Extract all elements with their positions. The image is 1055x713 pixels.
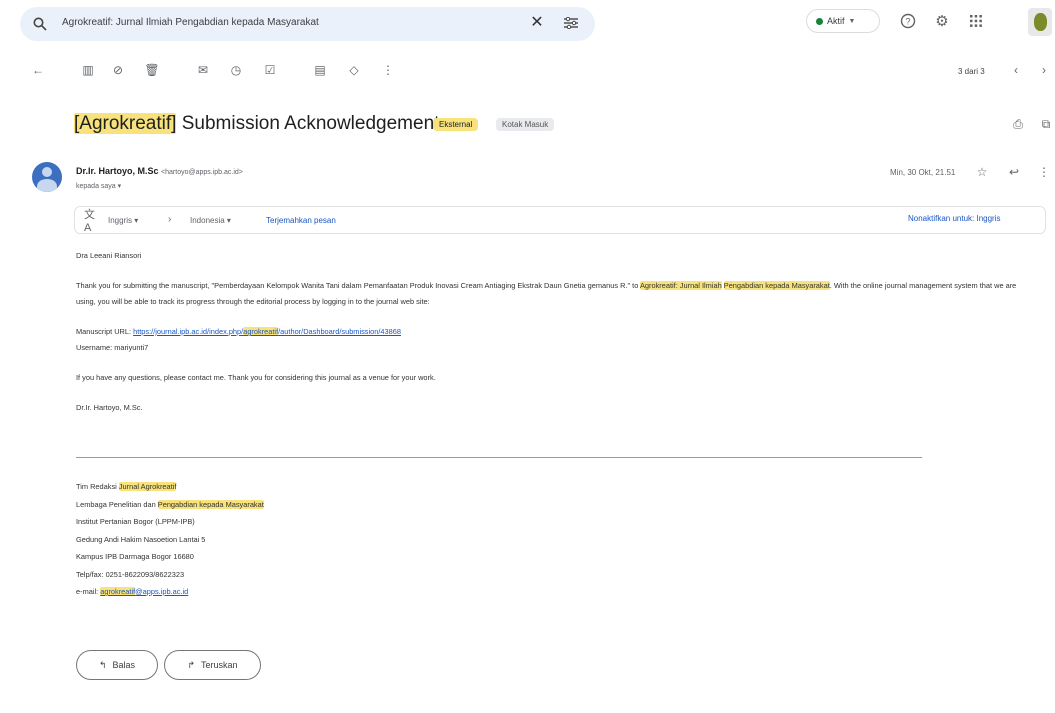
label-icon[interactable]: ◇ (346, 62, 362, 78)
older-chevron-icon[interactable]: › (1036, 62, 1052, 78)
manuscript-url-link[interactable]: https://journal.ipb.ac.id/index.php/agro… (133, 327, 401, 336)
translate-from-label: Inggris (108, 216, 133, 225)
highlight-journal: Agrokreatif: Jurnal Ilmiah (639, 281, 722, 290)
manuscript-url-line: Manuscript URL: https://journal.ipb.ac.i… (76, 324, 1026, 340)
open-new-window-icon[interactable]: ⧉ (1038, 116, 1054, 132)
status-dot-icon (816, 17, 823, 25)
label-chip-external[interactable]: Eksternal (433, 118, 479, 131)
settings-gear-icon[interactable]: ⚙ (932, 11, 952, 31)
status-label: Aktif (827, 16, 845, 26)
sig-l2-highlight: Pengabdian kepada Masyarakat (157, 499, 264, 509)
paragraph-1: Thank you for submitting the manuscript,… (76, 278, 1026, 310)
signature-block: Tim Redaksi Jurnal Agrokreatif Lembaga P… (76, 478, 264, 601)
greeting: Dra Leeani Riansori (76, 251, 142, 260)
star-icon[interactable]: ☆ (974, 164, 990, 180)
translate-to[interactable]: Indonesia ▾ (190, 216, 231, 225)
sig-l7-domain: @apps.ipb.ac.id (135, 587, 189, 596)
person-body-icon (37, 179, 57, 192)
username-line: Username: mariyunti7 (76, 343, 149, 352)
search-options-icon[interactable] (560, 12, 582, 34)
highlight-pengabdian: Pengabdian kepada Masyarakat (723, 281, 830, 290)
signature-line-7: e-mail: agrokreatif@apps.ipb.ac.id (76, 583, 264, 601)
sig-l7-highlight: agrokreatif (100, 587, 136, 596)
forward-label: Teruskan (201, 660, 238, 670)
forward-button[interactable]: ↱ Teruskan (164, 650, 261, 680)
sender-avatar[interactable] (32, 162, 62, 192)
signature-line-3: Institut Pertanian Bogor (LPPM-IPB) (76, 517, 195, 526)
reply-label: Balas (112, 660, 136, 670)
subject-line: [Agrokreatif] Submission Acknowledgement (74, 113, 439, 135)
help-icon[interactable]: ? (898, 11, 918, 31)
sig-l7-text: e-mail: (76, 587, 101, 596)
account-avatar[interactable] (1028, 8, 1052, 36)
subject-text: Submission Acknowledgement (176, 113, 440, 134)
recipient-text: kepada saya (76, 183, 116, 190)
paragraph-2: If you have any questions, please contac… (76, 373, 436, 382)
newer-chevron-icon[interactable]: ‹ (1008, 62, 1024, 78)
search-input[interactable]: Agrokreatif: Jurnal Ilmiah Pengabdian ke… (62, 17, 319, 28)
apps-grid-icon[interactable] (966, 11, 986, 31)
back-arrow-icon[interactable]: ← (30, 62, 46, 78)
url-highlight: agrokreatif (243, 327, 279, 336)
reply-icon[interactable]: ↩ (1006, 164, 1022, 180)
sender-email: <hartoyo@apps.ipb.ac.id> (161, 169, 243, 176)
reply-button[interactable]: ↰ Balas (76, 650, 158, 680)
delete-icon[interactable]: 🗑 (144, 62, 160, 78)
url-label: Manuscript URL: (76, 327, 134, 336)
sig-l1-text: Tim Redaksi (76, 482, 119, 491)
sig-l1-highlight: Jurnal Agrokreatif (118, 482, 177, 491)
signature-email-link[interactable]: agrokreatif@apps.ipb.ac.id (100, 587, 188, 596)
add-to-tasks-icon[interactable]: ☑ (262, 62, 278, 78)
forward-arrow-icon: ↱ (187, 659, 195, 670)
pager-count: 3 dari 3 (958, 67, 985, 76)
chevron-down-icon: ▾ (117, 183, 122, 190)
sender-name: Dr.Ir. Hartoyo, M.Sc (76, 166, 159, 176)
translate-icon: 文A (84, 209, 95, 234)
report-spam-icon[interactable]: ⊘ (110, 62, 126, 78)
print-icon[interactable]: ⎙ (1010, 116, 1026, 132)
translate-message-link[interactable]: Terjemahkan pesan (266, 216, 336, 225)
sender-line: Dr.Ir. Hartoyo, M.Sc <hartoyo@apps.ipb.a… (76, 166, 243, 176)
subject-tag: [Agrokreatif] (74, 113, 177, 134)
translate-off-link[interactable]: Nonaktifkan untuk: Inggris (908, 214, 1001, 223)
chevron-down-icon: ▼ (848, 17, 856, 25)
signature-line-2: Lembaga Penelitian dan Pengabdian kepada… (76, 496, 264, 514)
label-chip-inbox[interactable]: Kotak Masuk (496, 118, 555, 131)
translate-from[interactable]: Inggris ▾ (108, 216, 138, 225)
status-pill[interactable]: Aktif ▼ (806, 9, 880, 33)
sig-l2-text: Lembaga Penelitian dan (76, 499, 158, 509)
snooze-icon[interactable]: ◷ (228, 62, 244, 78)
search-icon[interactable] (30, 14, 50, 34)
svg-text:?: ? (905, 17, 910, 27)
arrow-right-icon: › (168, 214, 172, 225)
email-body: Dra Leeani Riansori Thank you for submit… (76, 248, 1026, 416)
more-vertical-icon[interactable]: ⋮ (1036, 164, 1052, 180)
email-date: Min, 30 Okt, 21.51 (890, 168, 956, 177)
reply-arrow-icon: ↰ (98, 659, 107, 670)
person-icon (42, 167, 52, 177)
url-part-b: /author/Dashboard/submission/43868 (278, 327, 401, 336)
signature-line-4: Gedung Andi Hakim Nasoetion Lantai 5 (76, 534, 206, 544)
signoff: Dr.Ir. Hartoyo, M.Sc. (76, 403, 143, 412)
move-to-icon[interactable]: ▤ (312, 62, 328, 78)
signature-line-5: Kampus IPB Darmaga Bogor 16680 (76, 552, 194, 561)
mark-unread-icon[interactable]: ✉ (195, 62, 211, 78)
signature-line-1: Tim Redaksi Jurnal Agrokreatif (76, 478, 264, 496)
signature-line-6: Telp/fax: 0251-8622093/8622323 (76, 569, 185, 579)
signature-divider (76, 457, 922, 458)
url-part-a: https://journal.ipb.ac.id/index.php/ (133, 327, 244, 336)
recipient-line[interactable]: kepada saya ▾ (76, 182, 121, 190)
clear-search-icon[interactable]: ✕ (526, 11, 548, 33)
account-logo-icon (1033, 13, 1047, 31)
more-vertical-icon[interactable]: ⋮ (380, 62, 396, 78)
archive-icon[interactable]: ▥ (80, 62, 96, 78)
paragraph-1-text: Thank you for submitting the manuscript,… (76, 281, 640, 290)
translate-to-label: Indonesia (190, 216, 225, 225)
